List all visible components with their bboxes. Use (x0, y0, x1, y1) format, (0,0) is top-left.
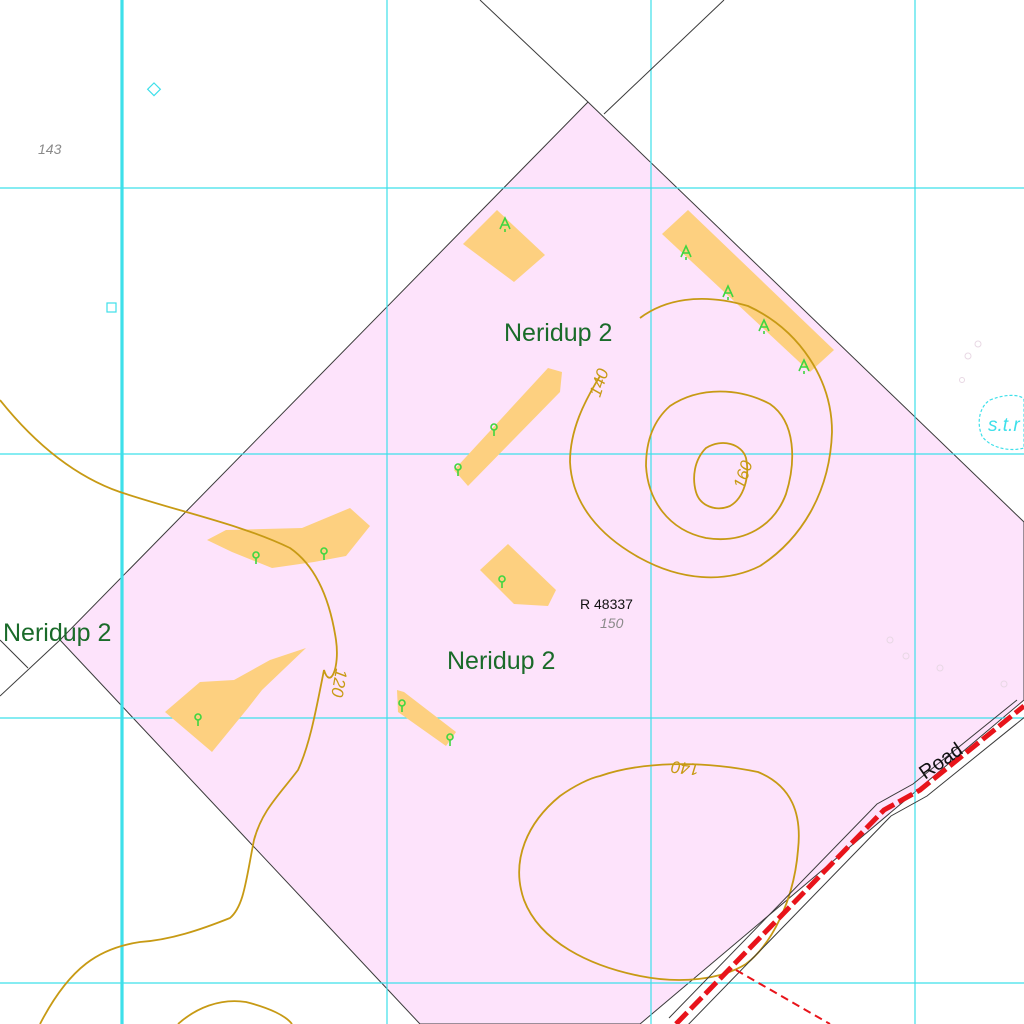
diamond-marker (146, 82, 162, 97)
spot-height: 150 (600, 615, 624, 631)
map-canvas: Neridup 2 Neridup 2 Neridup 2 R 48337 14… (0, 0, 1024, 1024)
contour-line-bottom (177, 1000, 293, 1024)
locality-label: Neridup 2 (504, 319, 612, 347)
small-square-marker (106, 302, 117, 313)
reserve-label: R 48337 (580, 596, 633, 612)
partial-label: s.t.r (988, 415, 1020, 436)
reserve-parcel[interactable] (59, 101, 1024, 1024)
locality-label: Neridup 2 (447, 647, 555, 675)
locality-label: Neridup 2 (3, 619, 111, 647)
contour-label: 140 (670, 757, 701, 779)
spot-height: 143 (38, 141, 62, 157)
topographic-map[interactable]: Neridup 2 Neridup 2 Neridup 2 R 48337 14… (0, 0, 1024, 1024)
track-dashed (735, 969, 831, 1024)
